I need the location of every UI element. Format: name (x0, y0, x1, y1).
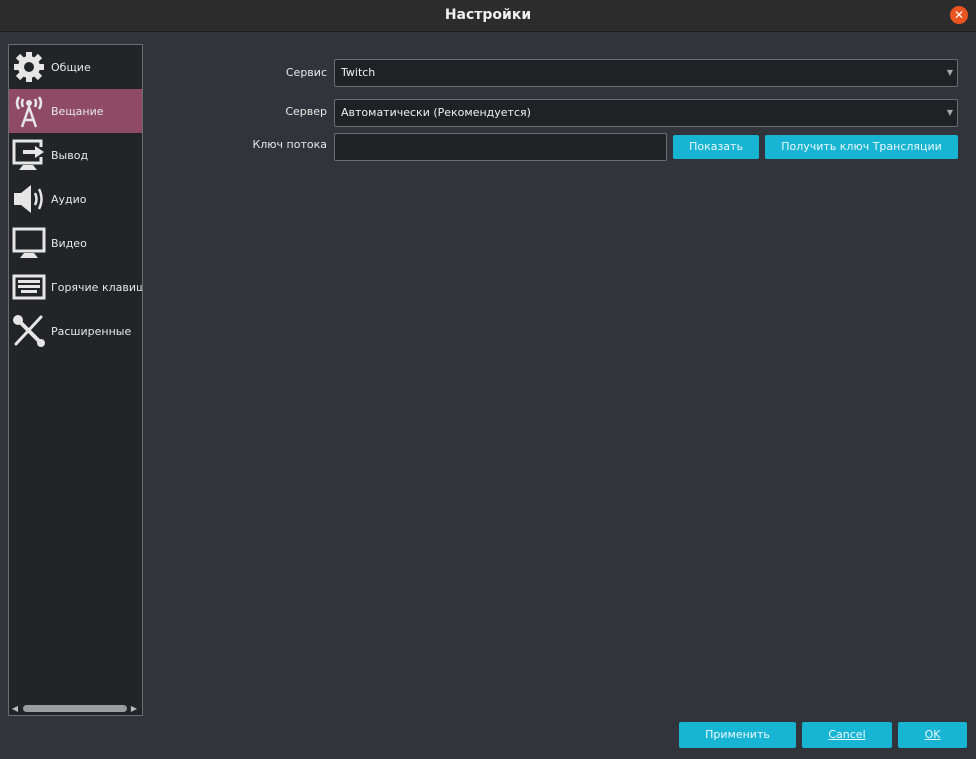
sidebar-item-label: Горячие клавиши (51, 280, 143, 294)
tools-icon (13, 315, 45, 347)
server-label: Сервер (285, 105, 327, 118)
keyboard-icon (12, 274, 46, 300)
sidebar-item-output[interactable]: Вывод (9, 133, 142, 177)
gear-icon (14, 52, 44, 82)
chevron-down-icon: ▼ (946, 68, 953, 77)
get-stream-key-button[interactable]: Получить ключ Трансляции (765, 135, 958, 159)
close-icon[interactable]: ✕ (950, 6, 968, 24)
sidebar-item-advanced[interactable]: Расширенные (9, 309, 142, 353)
speaker-icon (14, 185, 43, 213)
service-label: Сервис (285, 66, 327, 79)
ok-button[interactable]: OK (898, 722, 967, 748)
scroll-left-icon[interactable]: ◀ (9, 704, 21, 713)
broadcast-tower-icon (15, 96, 43, 128)
output-monitor-icon (12, 139, 44, 170)
service-select[interactable]: Twitch ▼ (334, 59, 958, 87)
sidebar-item-label: Вывод (51, 148, 89, 162)
server-select[interactable]: Автоматически (Рекомендуется) ▼ (334, 99, 958, 127)
sidebar-item-label: Вещание (51, 104, 104, 118)
sidebar-item-video[interactable]: Видео (9, 221, 142, 265)
sidebar-item-label: Видео (51, 236, 87, 250)
show-key-button[interactable]: Показать (673, 135, 759, 159)
apply-button[interactable]: Применить (679, 722, 796, 748)
sidebar-horizontal-scrollbar[interactable]: ◀ ▶ (9, 701, 142, 715)
service-value: Twitch (341, 66, 376, 79)
sidebar-item-label: Расширенные (51, 324, 132, 338)
settings-sidebar: Общие Вещание Вывод Аудио Видео Горячие … (8, 44, 143, 716)
stream-key-label: Ключ потока (252, 138, 327, 151)
window-title: Настройки (444, 7, 532, 23)
sidebar-item-hotkeys[interactable]: Горячие клавиши (9, 265, 142, 309)
stream-key-input[interactable] (334, 133, 667, 161)
sidebar-item-label: Общие (51, 60, 91, 74)
cancel-button[interactable]: Cancel (802, 722, 892, 748)
monitor-icon (12, 227, 46, 258)
chevron-down-icon: ▼ (946, 108, 953, 117)
server-value: Автоматически (Рекомендуется) (341, 106, 531, 119)
title-bar: Настройки ✕ (0, 0, 976, 32)
sidebar-item-general[interactable]: Общие (9, 45, 142, 89)
sidebar-item-label: Аудио (51, 192, 87, 206)
sidebar-item-audio[interactable]: Аудио (9, 177, 142, 221)
scroll-right-icon[interactable]: ▶ (128, 704, 140, 713)
sidebar-item-stream[interactable]: Вещание (9, 89, 142, 133)
scrollbar-thumb[interactable] (23, 705, 127, 712)
